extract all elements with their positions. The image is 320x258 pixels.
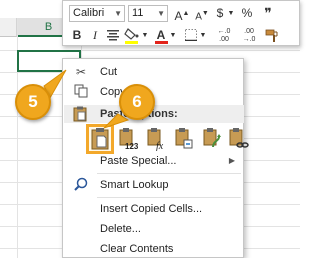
paste-formulas-icon[interactable]: fx <box>145 127 167 151</box>
chevron-down-icon[interactable]: ▼ <box>199 26 207 45</box>
svg-text:fx: fx <box>156 141 164 151</box>
increase-decimal-icon[interactable]: ←.0.00 <box>213 26 235 45</box>
menu-item-delete[interactable]: Delete... <box>63 219 243 239</box>
italic-button[interactable]: I <box>87 26 103 45</box>
comma-style-icon[interactable]: ❞ <box>260 4 276 23</box>
paste-transpose-icon[interactable] <box>201 127 223 151</box>
smart-lookup-icon <box>73 177 89 193</box>
paste-link-icon[interactable] <box>227 127 249 151</box>
menu-item-cut[interactable]: ✂ Cut <box>63 62 243 82</box>
menu-item-paste-special[interactable]: Paste Special... ▶ <box>63 151 243 171</box>
font-name-value: Calibri <box>73 7 105 19</box>
chevron-down-icon[interactable]: ▼ <box>169 26 177 45</box>
step-5-callout: 5 <box>15 84 51 120</box>
chevron-down-icon[interactable]: ▼ <box>227 4 235 23</box>
decrease-decimal-icon[interactable]: .00 →.0 <box>238 26 260 45</box>
currency-icon[interactable]: $ <box>213 4 227 23</box>
format-painter-icon[interactable] <box>263 26 281 45</box>
font-size-value: 11 <box>132 7 144 19</box>
align-center-icon[interactable] <box>105 26 121 45</box>
clipboard-icon <box>73 106 87 125</box>
context-menu: ✂ Cut Copy Paste Options: 123 fx Paste S… <box>62 58 249 258</box>
menu-item-clear-contents[interactable]: Clear Contents <box>63 239 243 258</box>
scissors-icon: ✂ <box>75 65 87 79</box>
chevron-down-icon: ▼ <box>114 9 122 18</box>
percent-icon[interactable]: % <box>239 4 255 23</box>
paste-formatting-icon[interactable] <box>173 127 195 151</box>
shrink-font-icon[interactable]: A▼ <box>193 4 211 23</box>
font-size-dropdown[interactable]: 11 ▼ <box>128 5 168 22</box>
bold-button[interactable]: B <box>69 26 85 45</box>
menu-item-smart-lookup[interactable]: Smart Lookup <box>63 175 243 195</box>
menu-item-insert-copied-cells[interactable]: Insert Copied Cells... <box>63 199 243 219</box>
borders-icon[interactable] <box>183 26 199 45</box>
paste-values-icon[interactable]: 123 <box>117 127 139 151</box>
fill-color-icon[interactable] <box>123 26 141 45</box>
step-6-callout: 6 <box>119 84 155 120</box>
copy-icon <box>73 84 89 100</box>
chevron-right-icon: ▶ <box>228 156 235 165</box>
font-color-icon[interactable]: A <box>153 26 169 45</box>
paste-icon[interactable] <box>86 124 114 154</box>
chevron-down-icon[interactable]: ▼ <box>141 26 149 45</box>
grow-font-icon[interactable]: A▲ <box>173 4 191 23</box>
svg-text:123: 123 <box>125 142 139 151</box>
font-name-dropdown[interactable]: Calibri ▼ <box>69 5 125 22</box>
column-header-left[interactable] <box>0 18 17 37</box>
mini-toolbar: Calibri ▼ 11 ▼ A▲ A▼ $ ▼ % ❞ B I ▼ A ▼ ▼ <box>62 0 300 46</box>
chevron-down-icon: ▼ <box>157 9 165 18</box>
